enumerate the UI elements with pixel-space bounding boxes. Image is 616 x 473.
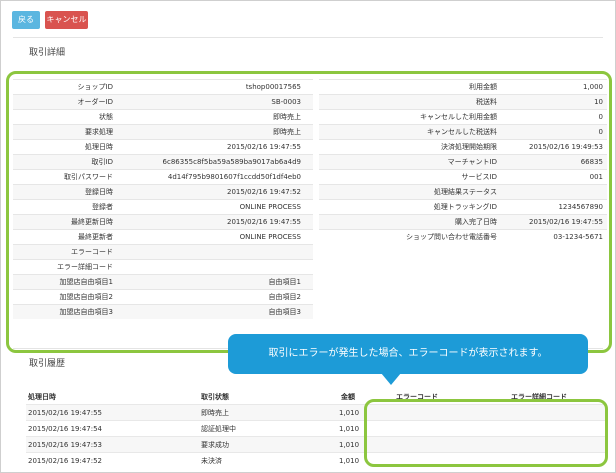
transaction-detail-page: 戻る キャンセル 取引詳細 ショップID tshop00017565 オーダーID S… (0, 0, 616, 473)
cancel-button[interactable]: キャンセル (45, 11, 88, 29)
history-cell-amount: 1,010 (339, 425, 360, 433)
history-cell-datetime: 2015/02/16 19:47:52 (28, 457, 103, 465)
divider (13, 37, 603, 38)
history-cell-status: 認証処理中 (201, 425, 236, 433)
history-cell-amount: 1,010 (339, 457, 360, 465)
section-title-detail: 取引詳細 (29, 48, 66, 58)
history-cell-datetime: 2015/02/16 19:47:53 (28, 441, 103, 449)
highlight-error-columns (364, 399, 608, 467)
callout-pointer (381, 373, 401, 385)
history-cell-status: 要求成功 (201, 441, 229, 449)
col-header-status: 取引状態 (201, 393, 229, 401)
history-cell-datetime: 2015/02/16 19:47:54 (28, 425, 103, 433)
history-cell-status: 即時売上 (201, 409, 229, 417)
history-cell-datetime: 2015/02/16 19:47:55 (28, 409, 103, 417)
error-code-callout: 取引にエラーが発生した場合、エラーコードが表示されます。 (228, 334, 588, 374)
history-cell-amount: 1,010 (339, 441, 360, 449)
history-cell-status: 未決済 (201, 457, 222, 465)
highlight-detail-box (6, 71, 612, 353)
section-title-history: 取引履歴 (29, 359, 66, 369)
col-header-datetime: 処理日時 (28, 393, 56, 401)
back-button[interactable]: 戻る (12, 11, 40, 29)
col-header-amount: 金額 (341, 393, 355, 401)
history-cell-amount: 1,010 (339, 409, 360, 417)
